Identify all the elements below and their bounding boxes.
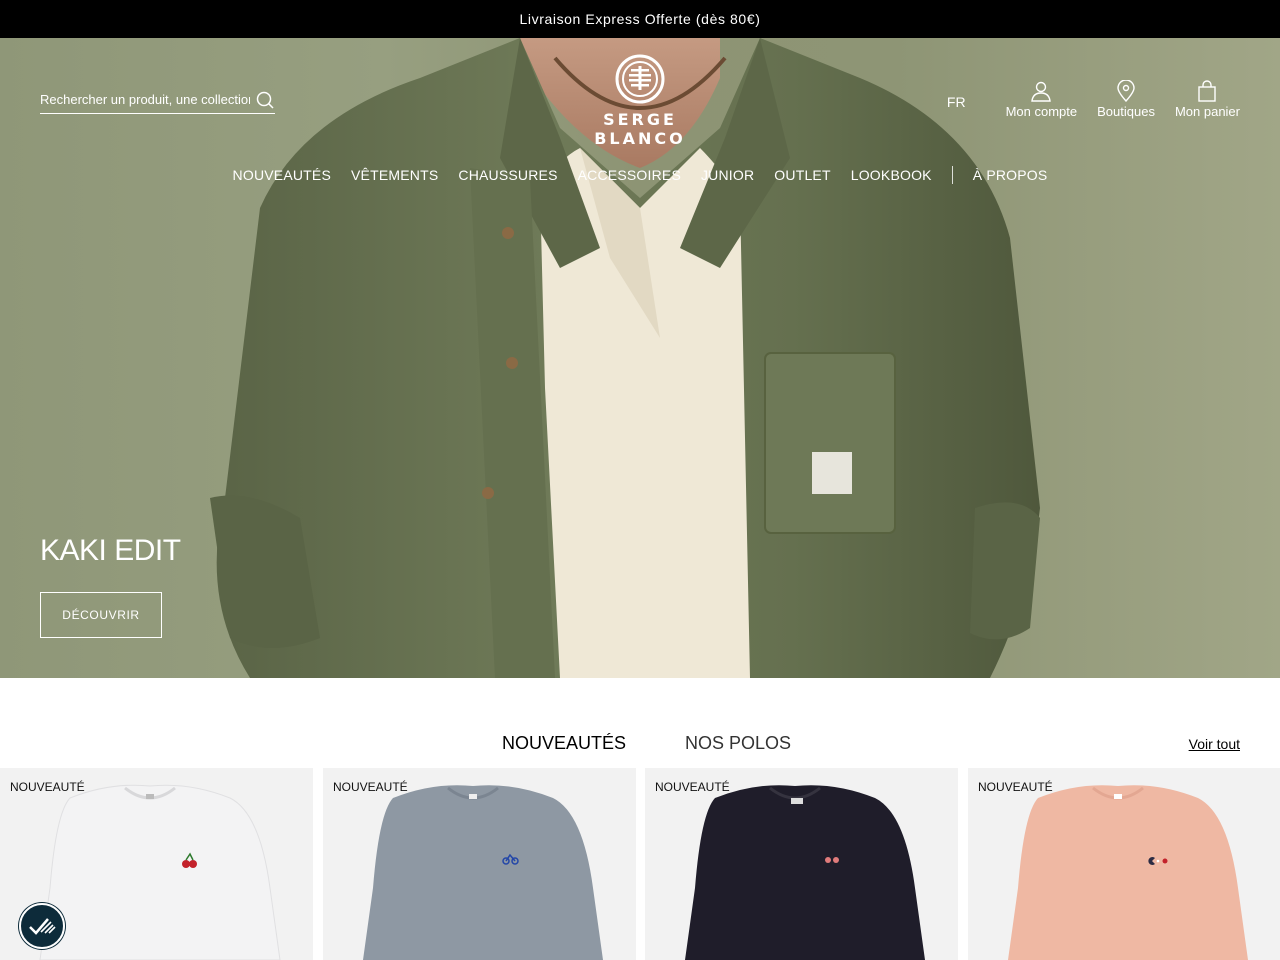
brand-logo[interactable]: SERGE BLANCO xyxy=(555,54,725,148)
cart-link[interactable]: Mon panier xyxy=(1175,80,1240,119)
product-card[interactable]: NOUVEAUTÉ xyxy=(968,768,1280,960)
hero-title: KAKI EDIT xyxy=(40,534,181,567)
sweatshirt-image xyxy=(1008,785,1248,960)
location-pin-icon xyxy=(1117,80,1135,102)
search-icon[interactable] xyxy=(255,90,275,110)
cart-label: Mon panier xyxy=(1174,104,1240,119)
logo-text: SERGE BLANCO xyxy=(594,110,686,148)
sweatshirt-image xyxy=(363,785,603,960)
tab-nos-polos[interactable]: NOS POLOS xyxy=(685,733,791,754)
tab-nouveautes[interactable]: NOUVEAUTÉS xyxy=(502,733,626,754)
stores-link[interactable]: Boutiques xyxy=(1097,80,1155,119)
stores-label: Boutiques xyxy=(1097,104,1155,119)
search-bar[interactable] xyxy=(40,86,275,114)
hero-banner[interactable]: SERGE BLANCO FR Mon compte Boutiques Mon… xyxy=(0,38,1280,678)
accessibility-check-icon xyxy=(29,918,56,935)
accessibility-button[interactable] xyxy=(19,903,65,949)
header-utilities: FR Mon compte Boutiques Mon panier xyxy=(947,80,1240,119)
promo-text: Livraison Express Offerte (dès 80€) xyxy=(519,11,761,27)
nav-item-accessoires[interactable]: ACCESSOIRES xyxy=(578,167,681,183)
logo-emblem-icon xyxy=(615,54,665,104)
cherry-icon xyxy=(182,860,190,868)
promo-bar: Livraison Express Offerte (dès 80€) xyxy=(0,0,1280,38)
language-selector[interactable]: FR xyxy=(947,94,966,110)
new-badge: NOUVEAUTÉ xyxy=(10,780,85,794)
nav-item-a-propos[interactable]: À PROPOS xyxy=(973,167,1048,183)
product-card[interactable]: NOUVEAUTÉ xyxy=(645,768,958,960)
new-badge: NOUVEAUTÉ xyxy=(655,780,730,794)
product-card[interactable]: NOUVEAUTÉ xyxy=(323,768,636,960)
nav-item-outlet[interactable]: OUTLET xyxy=(774,167,830,183)
nav-item-nouveautes[interactable]: NOUVEAUTÉS xyxy=(233,167,331,183)
discover-button[interactable]: DÉCOUVRIR xyxy=(40,592,162,638)
search-input[interactable] xyxy=(40,92,250,107)
product-section-tabs: NOUVEAUTÉS NOS POLOS Voir tout xyxy=(0,733,1280,757)
shopping-bag-icon xyxy=(1198,80,1217,102)
nav-divider xyxy=(951,166,953,184)
new-badge: NOUVEAUTÉ xyxy=(333,780,408,794)
product-grid: NOUVEAUTÉ NOUVEAUTÉ NOUVEAUTÉ NOUVEAUTÉ xyxy=(0,768,1280,960)
user-icon xyxy=(1031,81,1052,102)
new-badge: NOUVEAUTÉ xyxy=(978,780,1053,794)
nav-item-vetements[interactable]: VÊTEMENTS xyxy=(351,167,438,183)
account-link[interactable]: Mon compte xyxy=(1005,80,1078,119)
nav-item-junior[interactable]: JUNIOR xyxy=(701,167,754,183)
see-all-link[interactable]: Voir tout xyxy=(1189,736,1240,752)
nav-item-lookbook[interactable]: LOOKBOOK xyxy=(851,167,932,183)
nav-item-chaussures[interactable]: CHAUSSURES xyxy=(458,167,557,183)
account-label: Mon compte xyxy=(1005,104,1078,119)
sweatshirt-image xyxy=(685,785,925,960)
main-navigation: NOUVEAUTÉS VÊTEMENTS CHAUSSURES ACCESSOI… xyxy=(0,166,1280,184)
